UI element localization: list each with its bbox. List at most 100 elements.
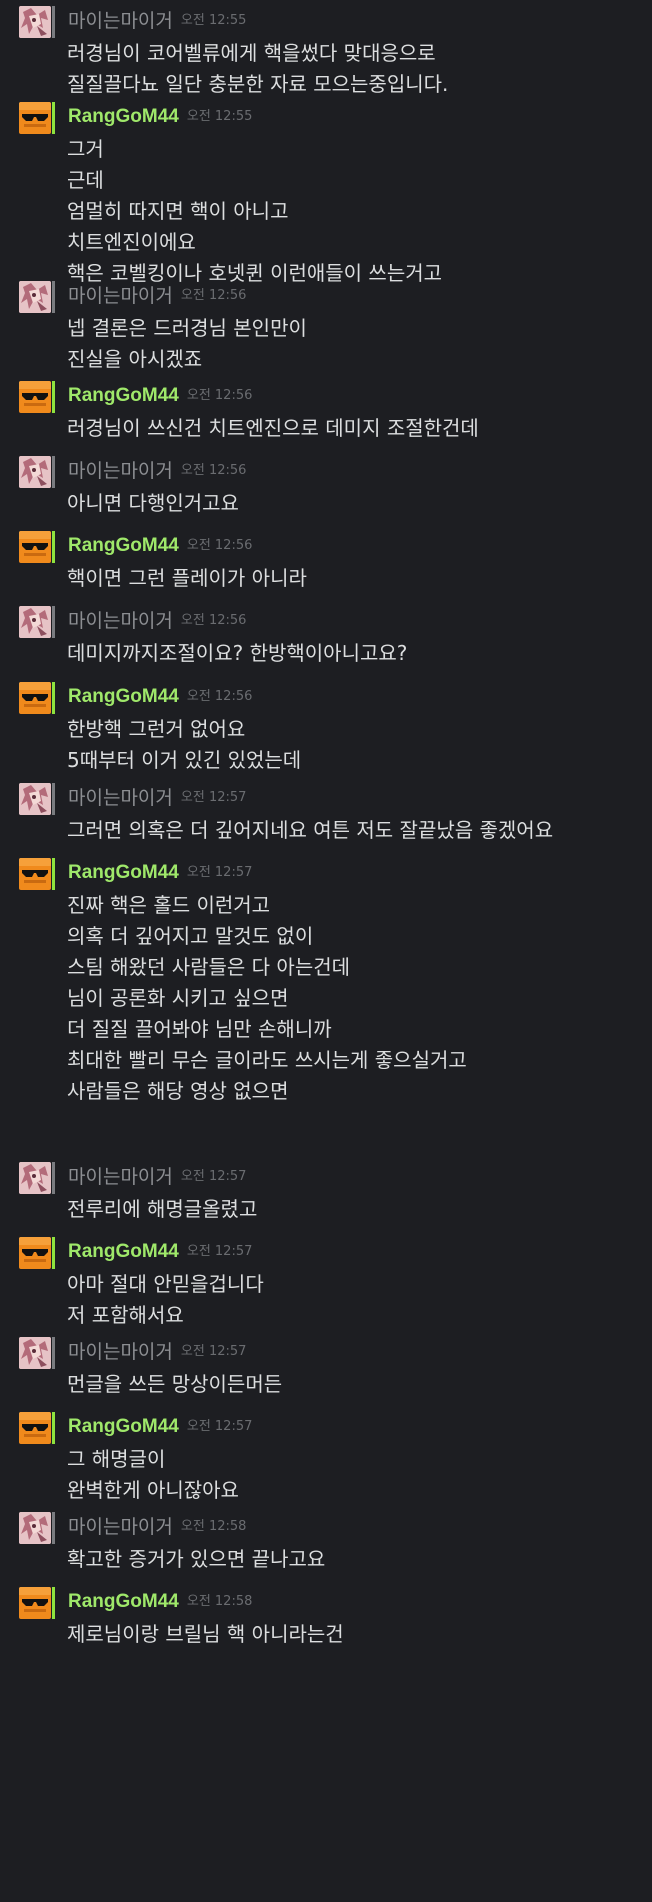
presence-indicator: [52, 281, 55, 313]
message-timestamp: 오전 12:57: [186, 1244, 253, 1259]
message-header: 마이는마이거 오전 12:56: [68, 606, 246, 636]
message-body: 러경님이 코어벨류에게 핵을썼다 맞대응으로 질질끌다뇨 일단 충분한 자료 모으…: [67, 38, 448, 100]
message-line: 진실을 아시겠죠: [67, 347, 203, 371]
message-header: RangGoM44 오전 12:56: [68, 381, 252, 411]
author-name[interactable]: 마이는마이거: [68, 285, 173, 307]
message-timestamp: 오전 12:57: [186, 1419, 253, 1434]
author-name[interactable]: 마이는마이거: [68, 787, 173, 809]
message-line: 그 해명글이: [67, 1447, 166, 1471]
author-name[interactable]: 마이는마이거: [68, 1341, 173, 1363]
sunglasses-avatar-icon[interactable]: [19, 381, 51, 413]
message-line: 진짜 핵은 홀드 이런거고: [67, 893, 271, 917]
message-line: 그러면 의혹은 더 깊어지네요 여튼 저도 잘끝났음 좋겠어요: [67, 818, 554, 842]
message-body: 한방핵 그런거 없어요 5때부터 이거 있긴 있었는데: [67, 714, 301, 776]
author-name[interactable]: RangGoM44: [68, 106, 179, 127]
author-name[interactable]: 마이는마이거: [68, 460, 173, 482]
anime-avatar-icon[interactable]: [19, 6, 51, 38]
author-name[interactable]: RangGoM44: [68, 1241, 179, 1262]
anime-avatar-icon[interactable]: [19, 606, 51, 638]
message-body: 먼글을 쓰든 망상이든머든: [67, 1369, 282, 1400]
presence-indicator: [52, 1237, 55, 1269]
message-header: RangGoM44 오전 12:57: [68, 1237, 252, 1267]
message-line: 핵이면 그런 플레이가 아니라: [67, 566, 307, 590]
author-name[interactable]: RangGoM44: [68, 1591, 179, 1612]
message-header: RangGoM44 오전 12:57: [68, 1412, 252, 1442]
message-line: 최대한 빨리 무슨 글이라도 쓰시는게 좋으실거고: [67, 1048, 467, 1072]
message-timestamp: 오전 12:58: [186, 1594, 253, 1609]
message-timestamp: 오전 12:55: [180, 13, 247, 28]
presence-indicator: [52, 6, 55, 38]
message-body: 아마 절대 안믿을겁니다 저 포함해서요: [67, 1269, 264, 1331]
anime-avatar-icon[interactable]: [19, 783, 51, 815]
presence-indicator: [52, 1587, 55, 1619]
message-line: 러경님이 쓰신건 치트엔진으로 데미지 조절한건데: [67, 416, 479, 440]
message-body: 확고한 증거가 있으면 끝나고요: [67, 1544, 325, 1575]
message-header: RangGoM44 오전 12:56: [68, 531, 252, 561]
message-timestamp: 오전 12:56: [186, 538, 253, 553]
message-line: 그거: [67, 137, 104, 161]
message-line: 제로님이랑 브릴님 핵 아니라는건: [67, 1622, 344, 1646]
message-line: 질질끌다뇨 일단 충분한 자료 모으는중입니다.: [67, 72, 449, 96]
sunglasses-avatar-icon[interactable]: [19, 858, 51, 890]
sunglasses-avatar-icon[interactable]: [19, 1237, 51, 1269]
message-body: 그거 근데 엄멀히 따지면 핵이 아니고 치트엔진이에요 핵은 코벨킹이나 호넷퀸 이런…: [67, 134, 442, 289]
message-header: RangGoM44 오전 12:57: [68, 858, 252, 888]
author-name[interactable]: RangGoM44: [68, 385, 179, 406]
author-name[interactable]: RangGoM44: [68, 686, 179, 707]
author-name[interactable]: 마이는마이거: [68, 10, 173, 32]
author-name[interactable]: RangGoM44: [68, 862, 179, 883]
message-line: 한방핵 그런거 없어요: [67, 717, 246, 741]
message-line: 먼글을 쓰든 망상이든머든: [67, 1372, 283, 1396]
message-header: 마이는마이거 오전 12:56: [68, 456, 246, 486]
chat-log: 마이는마이거 오전 12:55 러경님이 코어벨류에게 핵을썼다 맞대응으로 질질끌다…: [0, 0, 652, 1902]
message-header: 마이는마이거 오전 12:55: [68, 6, 246, 36]
presence-indicator: [52, 456, 55, 488]
message-timestamp: 오전 12:55: [186, 109, 253, 124]
author-name[interactable]: RangGoM44: [68, 1416, 179, 1437]
sunglasses-avatar-icon[interactable]: [19, 1412, 51, 1444]
sunglasses-avatar-icon[interactable]: [19, 531, 51, 563]
message-timestamp: 오전 12:57: [180, 1344, 247, 1359]
presence-indicator: [52, 606, 55, 638]
sunglasses-avatar-icon[interactable]: [19, 1587, 51, 1619]
anime-avatar-icon[interactable]: [19, 1512, 51, 1544]
message-line: 5때부터 이거 있긴 있었는데: [67, 748, 302, 772]
message-body: 아니면 다행인거고요: [67, 488, 239, 519]
presence-indicator: [52, 102, 55, 134]
author-name[interactable]: RangGoM44: [68, 535, 179, 556]
message-body: 핵이면 그런 플레이가 아니라: [67, 563, 307, 594]
presence-indicator: [52, 1412, 55, 1444]
message-header: 마이는마이거 오전 12:57: [68, 1337, 246, 1367]
presence-indicator: [52, 1337, 55, 1369]
message-line: 님이 공론화 시키고 싶으면: [67, 986, 289, 1010]
message-body: 전루리에 해명글올렸고: [67, 1194, 257, 1225]
anime-avatar-icon[interactable]: [19, 456, 51, 488]
author-name[interactable]: 마이는마이거: [68, 1516, 173, 1538]
anime-avatar-icon[interactable]: [19, 1337, 51, 1369]
message-line: 치트엔진이에요: [67, 230, 196, 254]
message-line: 완벽한게 아니잖아요: [67, 1478, 239, 1502]
message-line: 사람들은 해당 영상 없으면: [67, 1079, 289, 1103]
anime-avatar-icon[interactable]: [19, 281, 51, 313]
message-line: 아니면 다행인거고요: [67, 491, 239, 515]
presence-indicator: [52, 783, 55, 815]
message-header: 마이는마이거 오전 12:58: [68, 1512, 246, 1542]
message-header: 마이는마이거 오전 12:57: [68, 1162, 246, 1192]
message-body: 그러면 의혹은 더 깊어지네요 여튼 저도 잘끝났음 좋겠어요: [67, 815, 553, 846]
message-timestamp: 오전 12:56: [180, 463, 247, 478]
sunglasses-avatar-icon[interactable]: [19, 682, 51, 714]
message-body: 데미지까지조절이요? 한방핵이아니고요?: [67, 638, 407, 669]
message-header: 마이는마이거 오전 12:56: [68, 281, 246, 311]
anime-avatar-icon[interactable]: [19, 1162, 51, 1194]
presence-indicator: [52, 858, 55, 890]
author-name[interactable]: 마이는마이거: [68, 1166, 173, 1188]
message-header: RangGoM44 오전 12:58: [68, 1587, 252, 1617]
message-timestamp: 오전 12:58: [180, 1519, 247, 1534]
sunglasses-avatar-icon[interactable]: [19, 102, 51, 134]
message-timestamp: 오전 12:56: [180, 288, 247, 303]
message-header: RangGoM44 오전 12:56: [68, 682, 252, 712]
author-name[interactable]: 마이는마이거: [68, 610, 173, 632]
message-line: 의혹 더 깊어지고 말것도 없이: [67, 924, 314, 948]
message-timestamp: 오전 12:57: [180, 790, 247, 805]
message-line: 전루리에 해명글올렸고: [67, 1197, 258, 1221]
